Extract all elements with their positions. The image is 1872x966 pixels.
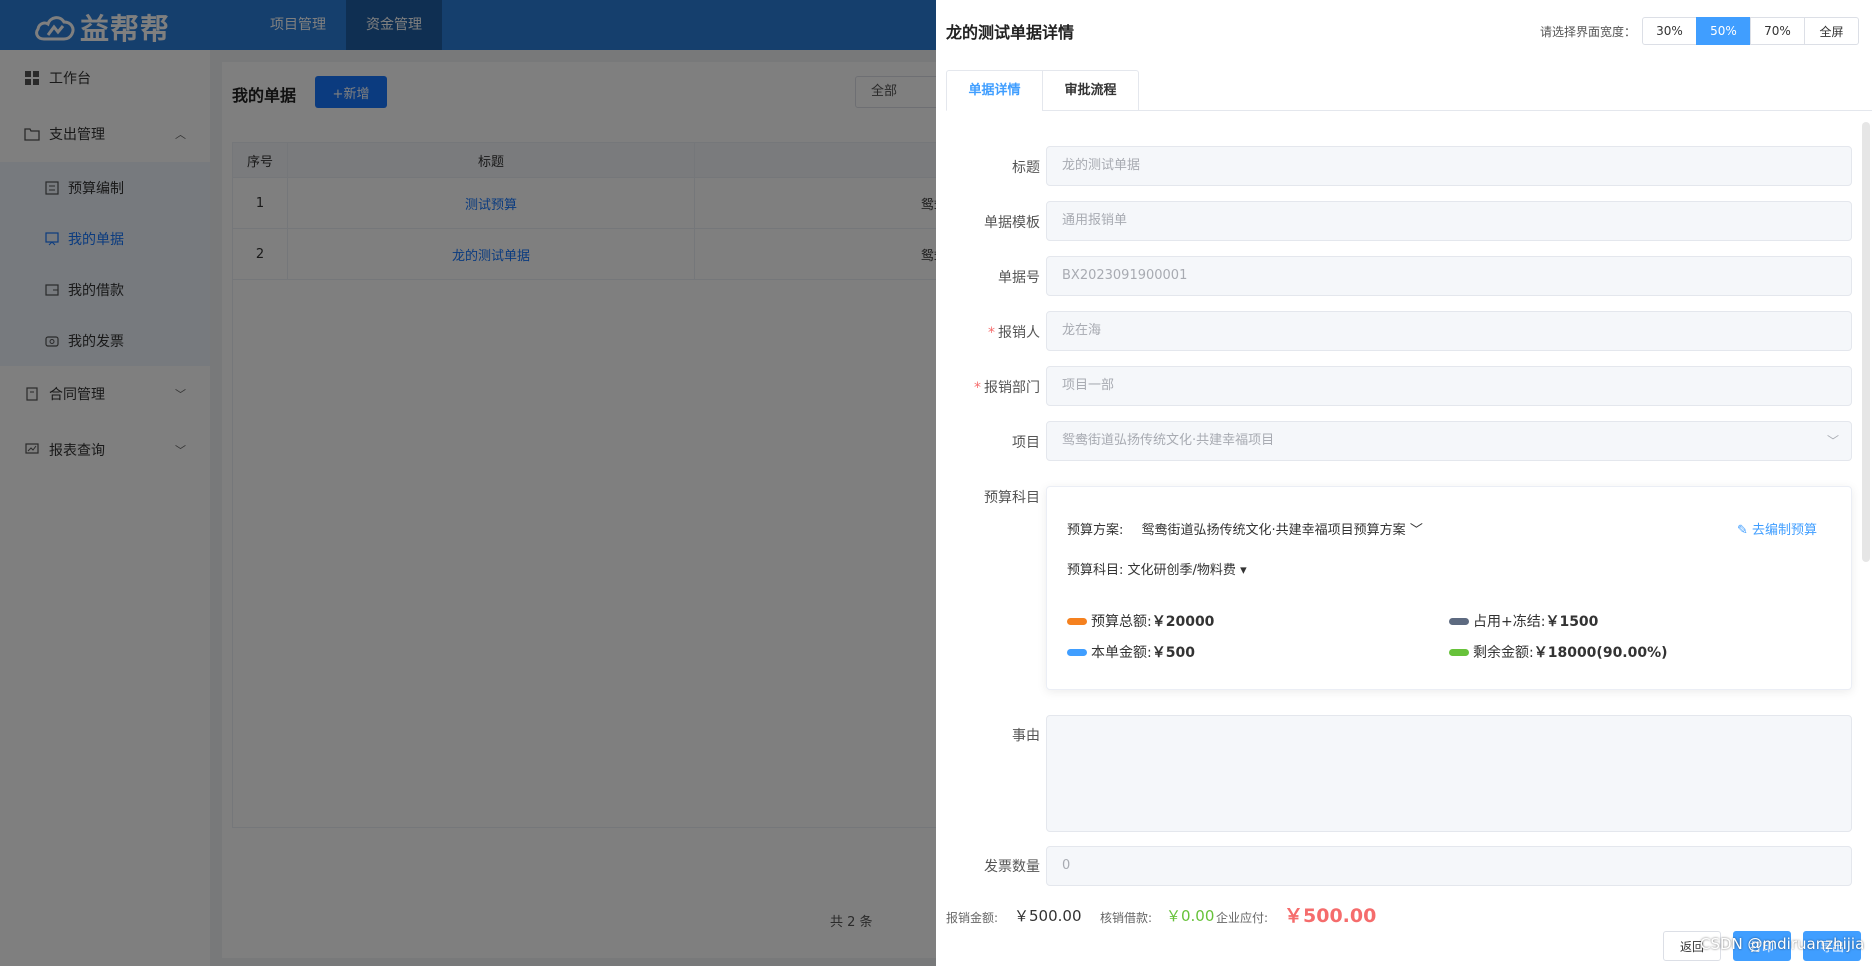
width-full-button[interactable]: 全屏 bbox=[1804, 17, 1859, 45]
title-field[interactable]: 龙的测试单据 bbox=[1046, 146, 1852, 186]
loan-label: 核销借款: bbox=[1100, 911, 1153, 925]
tab-approval-flow[interactable]: 审批流程 bbox=[1042, 70, 1139, 111]
dept-label: * 报销部门 bbox=[944, 377, 1040, 397]
person-label-text: 报销人 bbox=[998, 325, 1040, 341]
width-label: 请选择界面宽度： bbox=[1540, 25, 1637, 39]
stat-total: 预算总额: ￥20000 bbox=[1067, 611, 1214, 631]
subject-label: 预算科目 bbox=[984, 490, 1040, 506]
invoice-count-field[interactable]: 0 bbox=[1046, 846, 1852, 886]
dept-field[interactable]: 项目一部 bbox=[1046, 366, 1852, 406]
total-value: ￥20000 bbox=[1151, 614, 1215, 630]
budget-subject-row: 预算科目: 文化研创季/物料费 ▾ bbox=[1067, 559, 1247, 578]
width-selector: 30% 50% 70% 全屏 bbox=[1642, 17, 1859, 45]
reason-textarea[interactable] bbox=[1046, 715, 1852, 832]
width-70-button[interactable]: 70% bbox=[1750, 17, 1805, 45]
reimburse-value: ￥500.00 bbox=[1014, 907, 1082, 925]
subject-value: 文化研创季/物料费 bbox=[1127, 563, 1236, 578]
this-label: 本单金额: bbox=[1091, 645, 1152, 661]
detail-tabs: 单据详情 审批流程 bbox=[946, 70, 1872, 111]
reason-label: 事由 bbox=[1012, 728, 1040, 744]
caret-down-icon: ▾ bbox=[1240, 563, 1247, 578]
payable-label: 企业应付: bbox=[1216, 911, 1269, 925]
project-label: 项目 bbox=[1012, 435, 1040, 451]
required-mark: * bbox=[974, 380, 981, 396]
total-color-bar bbox=[1067, 617, 1087, 625]
budget-plan-row: 预算方案: 鸳鸯街道弘扬传统文化·共建幸福项目预算方案 ﹀ bbox=[1067, 519, 1423, 538]
remaining-color-bar bbox=[1449, 648, 1469, 656]
dept-label-text: 报销部门 bbox=[984, 380, 1040, 396]
project-select[interactable]: 鸳鸯街道弘扬传统文化·共建幸福项目 ﹀ bbox=[1046, 421, 1852, 461]
plan-select[interactable]: 鸳鸯街道弘扬传统文化·共建幸福项目预算方案 ﹀ bbox=[1142, 523, 1423, 538]
title-label: 标题 bbox=[1012, 160, 1040, 176]
invoice-label: 发票数量 bbox=[984, 859, 1040, 875]
required-mark: * bbox=[988, 325, 995, 341]
drawer-title: 龙的测试单据详情 bbox=[946, 23, 1075, 42]
this-color-bar bbox=[1067, 648, 1087, 656]
subject-label: 预算科目: bbox=[1067, 563, 1124, 578]
stat-this: 本单金额: ￥500 bbox=[1067, 642, 1195, 662]
edit-budget-link[interactable]: ✎ 去编制预算 bbox=[1737, 519, 1817, 538]
scrollbar[interactable] bbox=[1862, 122, 1870, 562]
number-field[interactable]: BX2023091900001 bbox=[1046, 256, 1852, 296]
chevron-down-icon: ﹀ bbox=[1826, 434, 1839, 448]
reimburse-label: 报销金额: bbox=[946, 911, 999, 925]
stat-remaining: 剩余金额: ￥18000(90.00%) bbox=[1449, 642, 1668, 662]
edit-icon: ✎ bbox=[1736, 523, 1748, 538]
this-value: ￥500 bbox=[1151, 645, 1195, 661]
number-label: 单据号 bbox=[998, 270, 1040, 286]
template-field[interactable]: 通用报销单 bbox=[1046, 201, 1852, 241]
budget-panel: 预算方案: 鸳鸯街道弘扬传统文化·共建幸福项目预算方案 ﹀ ✎ 去编制预算 预算… bbox=[1046, 486, 1852, 690]
stat-occupied: 占用+冻结: ￥1500 bbox=[1449, 611, 1598, 631]
chevron-down-icon: ﹀ bbox=[1409, 523, 1423, 538]
occupied-label: 占用+冻结: bbox=[1473, 614, 1546, 630]
occupied-value: ￥1500 bbox=[1545, 614, 1599, 630]
total-label: 预算总额: bbox=[1091, 614, 1152, 630]
subject-select[interactable]: 文化研创季/物料费 ▾ bbox=[1128, 563, 1247, 578]
payable-value: ￥500.00 bbox=[1284, 905, 1377, 927]
document-detail-drawer: 龙的测试单据详情 请选择界面宽度： 30% 50% 70% 全屏 单据详情 审批… bbox=[936, 0, 1872, 966]
edit-budget-text: 去编制预算 bbox=[1751, 523, 1817, 538]
width-50-button[interactable]: 50% bbox=[1696, 17, 1751, 45]
remaining-label: 剩余金额: bbox=[1473, 645, 1534, 661]
project-select-value: 鸳鸯街道弘扬传统文化·共建幸福项目 bbox=[1062, 433, 1275, 448]
plan-value: 鸳鸯街道弘扬传统文化·共建幸福项目预算方案 bbox=[1141, 523, 1406, 538]
width-30-button[interactable]: 30% bbox=[1642, 17, 1697, 45]
plan-label: 预算方案: bbox=[1067, 523, 1124, 538]
remaining-value: ￥18000(90.00%) bbox=[1533, 645, 1668, 661]
loan-value: ￥0.00 bbox=[1166, 907, 1215, 925]
person-label: * 报销人 bbox=[944, 322, 1040, 342]
person-field[interactable]: 龙在海 bbox=[1046, 311, 1852, 351]
tab-document-details[interactable]: 单据详情 bbox=[946, 70, 1043, 111]
csdn-watermark: CSDN @mdiruanzhijia bbox=[1700, 935, 1865, 953]
template-label: 单据模板 bbox=[984, 215, 1040, 231]
occupied-color-bar bbox=[1449, 617, 1469, 625]
